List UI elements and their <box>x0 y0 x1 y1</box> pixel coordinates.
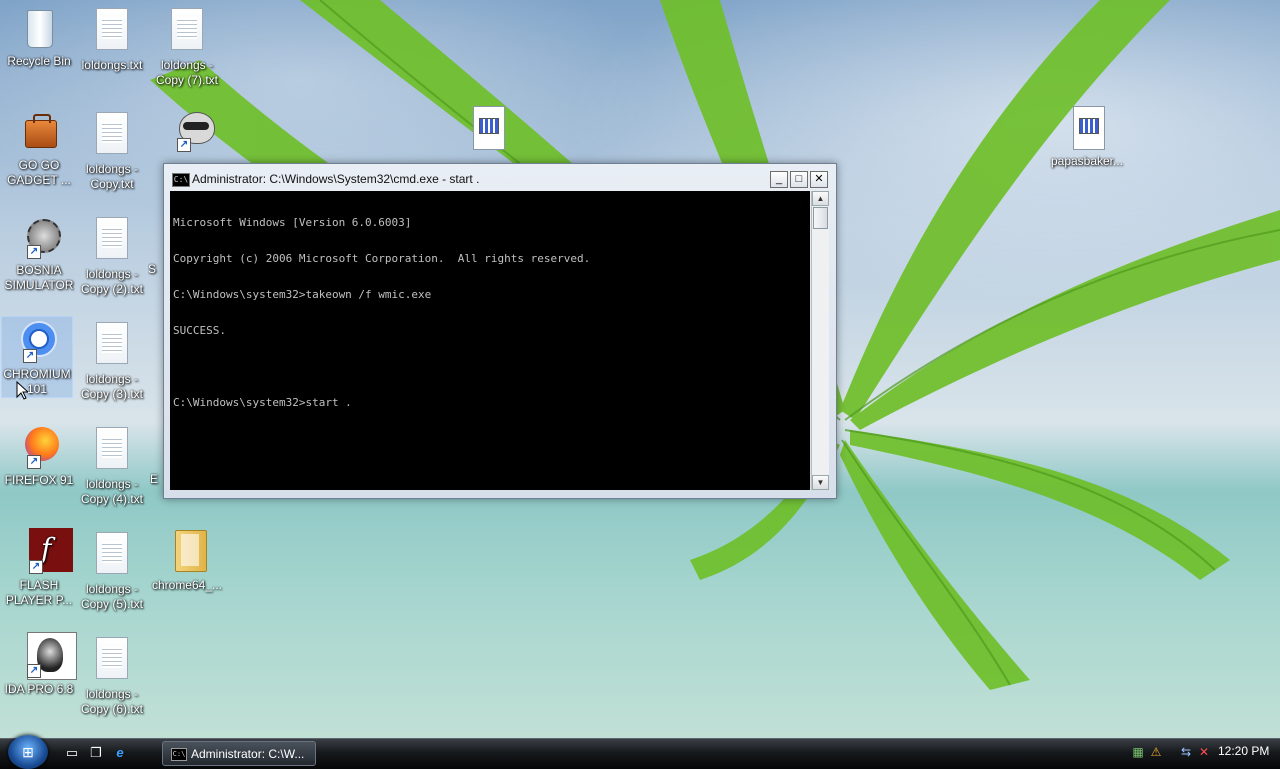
desktop-icon-bosnia-simulator[interactable]: ↗ BOSNIA SIMULATOR <box>0 213 78 293</box>
icon-label: Recycle Bin <box>7 54 71 68</box>
gear-mace-icon: ↗ <box>15 213 63 261</box>
application-icon <box>463 104 511 152</box>
icon-label: CHROMIUM 101 <box>3 367 71 396</box>
console-line: Copyright (c) 2006 Microsoft Corporation… <box>173 252 591 265</box>
windows-flag-icon: ⊞ <box>22 744 34 760</box>
text-file-icon <box>88 637 136 685</box>
icon-label: loldongs - Copy (2).txt <box>80 267 143 296</box>
cmd-window[interactable]: C:\ Administrator: C:\Windows\System32\c… <box>163 163 837 499</box>
folder-icon <box>163 528 211 576</box>
gadget-briefcase-icon <box>15 108 63 156</box>
desktop-icon-papasbaker[interactable]: papasbaker... <box>1048 104 1126 169</box>
console-line: Microsoft Windows [Version 6.0.6003] <box>173 216 412 229</box>
icon-label: loldongs.txt <box>81 58 143 72</box>
application-icon <box>1063 104 1111 152</box>
taskbar-clock[interactable]: 12:20 PM <box>1218 744 1269 758</box>
text-file-icon <box>88 322 136 370</box>
desktop-icon-loldongs-copy[interactable]: loldongs - Copy.txt <box>73 108 151 192</box>
icon-label: FLASH PLAYER P... <box>5 578 73 607</box>
internet-explorer-icon[interactable]: e <box>110 744 130 762</box>
text-file-icon <box>88 217 136 265</box>
start-button[interactable]: ⊞ <box>8 735 48 769</box>
security-alert-icon[interactable]: ⚠ <box>1148 744 1164 760</box>
icon-label: IDA PRO 6.8 <box>4 682 74 696</box>
minimize-button[interactable]: _ <box>770 171 788 188</box>
cmd-icon: C:\ <box>171 748 187 761</box>
icon-label: loldongs - Copy (5).txt <box>80 582 143 611</box>
chromium-icon: ↗ <box>13 317 61 365</box>
icon-label: S <box>148 262 157 276</box>
taskbar-button-label: Administrator: C:\W... <box>191 747 305 761</box>
connection-icon[interactable]: ⇆ <box>1178 744 1194 760</box>
window-titlebar[interactable]: C:\ Administrator: C:\Windows\System32\c… <box>164 164 836 192</box>
text-file-icon <box>163 8 211 56</box>
desktop-icon-recycle-bin[interactable]: Recycle Bin <box>0 4 78 69</box>
desktop-icon-loldongs-copy-3[interactable]: loldongs - Copy (3).txt <box>73 318 151 402</box>
recycle-bin-icon <box>15 4 63 52</box>
text-file-icon <box>88 427 136 475</box>
window-title: Administrator: C:\Windows\System32\cmd.e… <box>192 172 480 186</box>
firefox-icon: ↗ <box>15 423 63 471</box>
icon-label: chrome64_... <box>151 578 223 592</box>
ida-pro-icon: ↗ <box>15 632 77 680</box>
desktop-icon-loldongs-copy-2[interactable]: loldongs - Copy (2).txt <box>73 213 151 297</box>
scroll-up-button[interactable]: ▲ <box>812 191 829 206</box>
icon-label: papasbaker... <box>1050 154 1124 168</box>
icon-label: E <box>150 472 159 486</box>
icon-label: loldongs - Copy (7).txt <box>155 58 218 87</box>
text-file-icon <box>88 112 136 160</box>
desktop-icon-chromium[interactable]: ↗ CHROMIUM 101 <box>1 316 73 398</box>
icon-label: GO GO GADGET ... <box>7 158 71 187</box>
desktop-icon-partial-e[interactable]: E <box>150 472 162 487</box>
text-file-icon <box>88 532 136 580</box>
desktop-icon-loldongs-copy-4[interactable]: loldongs - Copy (4).txt <box>73 423 151 507</box>
show-desktop-icon[interactable]: ▭ <box>62 744 82 762</box>
desktop-icon-firefox[interactable]: ↗ FIREFOX 91 <box>0 423 78 488</box>
desktop-icon-loldongs[interactable]: loldongs.txt <box>73 4 151 73</box>
desktop-icon-chrome64[interactable]: chrome64_... <box>148 528 226 593</box>
desktop-icon-loldongs-copy-5[interactable]: loldongs - Copy (5).txt <box>73 528 151 612</box>
icon-label: loldongs - Copy (3).txt <box>80 372 143 401</box>
icon-label: loldongs - Copy (6).txt <box>80 687 143 716</box>
console-line: SUCCESS. <box>173 324 226 337</box>
close-button[interactable]: ✕ <box>810 171 828 188</box>
desktop-icon-partial-s[interactable]: S <box>148 262 162 277</box>
network-tray-icon[interactable]: ▦ <box>1130 744 1146 760</box>
desktop-icon-flash-player[interactable]: f ↗ FLASH PLAYER P... <box>0 528 78 608</box>
icon-label: BOSNIA SIMULATOR <box>4 263 74 292</box>
desktop-icon-loldongs-copy-7[interactable]: loldongs - Copy (7).txt <box>148 4 226 88</box>
maximize-button[interactable]: □ <box>790 171 808 188</box>
text-file-icon <box>88 8 136 56</box>
taskbar-button-cmd[interactable]: C:\ Administrator: C:\W... <box>162 741 316 766</box>
console-output[interactable]: Microsoft Windows [Version 6.0.6003] Cop… <box>170 191 810 490</box>
desktop-icon-raccoon[interactable]: ↗ <box>150 108 228 158</box>
scroll-thumb[interactable] <box>813 207 828 229</box>
console-line: C:\Windows\system32>start . <box>173 396 352 409</box>
switch-windows-icon[interactable]: ❐ <box>86 744 106 762</box>
console-line: C:\Windows\system32>takeown /f wmic.exe <box>173 288 432 301</box>
desktop-icon-go-go-gadget[interactable]: GO GO GADGET ... <box>0 108 78 188</box>
scroll-down-button[interactable]: ▼ <box>812 475 829 490</box>
icon-label: loldongs - Copy (4).txt <box>80 477 143 506</box>
cmd-icon: C:\ <box>172 173 190 187</box>
volume-muted-icon[interactable]: ✕ <box>1196 744 1212 760</box>
desktop-icon-loldongs-copy-6[interactable]: loldongs - Copy (6).txt <box>73 633 151 717</box>
icon-label: loldongs - Copy.txt <box>85 162 139 191</box>
flash-player-icon: f ↗ <box>15 528 73 576</box>
desktop-icon-ida-pro[interactable]: ↗ IDA PRO 6.8 <box>0 632 78 697</box>
desktop-icon-application[interactable] <box>448 104 526 154</box>
vertical-scrollbar[interactable]: ▲ ▼ <box>811 191 829 490</box>
mouse-cursor-icon <box>16 381 28 400</box>
raccoon-icon: ↗ <box>165 108 215 156</box>
icon-label: FIREFOX 91 <box>4 473 74 487</box>
